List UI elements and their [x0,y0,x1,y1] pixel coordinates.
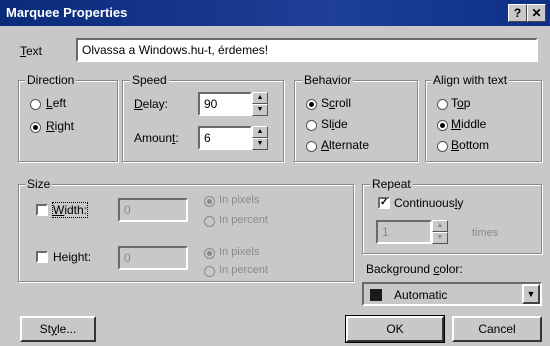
height-checkbox[interactable] [36,251,48,263]
align-middle-label[interactable]: Middle [451,117,486,131]
direction-right-radio[interactable] [30,122,41,133]
behavior-slide-radio[interactable] [306,120,317,131]
text-label: Text [20,44,43,58]
align-bottom-label[interactable]: Bottom [451,138,489,152]
width-in-percent-radio[interactable] [204,216,215,227]
times-label: times [472,227,499,239]
size-group-title: Size [25,177,53,191]
direction-left-radio[interactable] [30,99,41,110]
cancel-button[interactable]: Cancel [452,316,542,342]
close-button[interactable]: ✕ [527,4,546,22]
continuously-checkbox[interactable]: ✓ [378,197,390,209]
width-label[interactable]: Width: [51,202,89,218]
amount-spin-down[interactable]: ▼ [252,138,268,150]
behavior-slide-label[interactable]: Slide [321,117,348,131]
align-top-label[interactable]: Top [451,96,470,110]
width-in-percent-label[interactable]: In percent [219,214,268,226]
color-swatch [370,289,382,301]
height-in-percent-radio[interactable] [204,266,215,277]
speed-group-title: Speed [130,73,169,87]
width-in-pixels-radio[interactable] [204,196,215,207]
style-button[interactable]: Style... [20,316,96,342]
repeat-group-title: Repeat [370,177,413,191]
times-input[interactable]: 1 [376,220,432,244]
behavior-alternate-label[interactable]: Alternate [321,138,369,152]
height-label[interactable]: Height: [53,250,91,264]
continuously-label[interactable]: Continuously [394,196,463,210]
align-group-title: Align with text [431,73,510,87]
behavior-scroll-label[interactable]: Scroll [321,96,351,110]
height-input[interactable]: 0 [118,246,188,270]
amount-spin-up[interactable]: ▲ [252,126,268,138]
behavior-group-title: Behavior [302,73,354,87]
align-bottom-radio[interactable] [437,141,448,152]
height-in-pixels-label[interactable]: In pixels [219,246,259,258]
amount-label: Amount: [134,131,179,145]
background-color-label: Background color: [366,262,463,276]
delay-input[interactable]: 90 [198,92,252,116]
chevron-down-icon[interactable]: ▼ [522,284,540,304]
behavior-scroll-radio[interactable] [306,99,317,110]
text-label-rest: ext [26,44,43,58]
background-color-value: Automatic [394,288,448,302]
behavior-alternate-radio[interactable] [306,141,317,152]
height-in-percent-label[interactable]: In percent [219,264,268,276]
background-color-select[interactable]: Automatic ▼ [362,282,542,306]
delay-label: Delay: [134,97,169,111]
align-middle-radio[interactable] [437,120,448,131]
align-top-radio[interactable] [437,99,448,110]
window-title: Marquee Properties [6,5,128,20]
times-spin-down[interactable]: ▼ [432,232,448,244]
title-bar[interactable]: Marquee Properties ? ✕ [0,0,550,26]
help-button[interactable]: ? [508,4,527,22]
times-spin-up[interactable]: ▲ [432,220,448,232]
width-checkbox[interactable] [36,204,48,216]
direction-right-label[interactable]: Right [46,119,74,133]
height-in-pixels-radio[interactable] [204,248,215,259]
amount-input[interactable]: 6 [198,126,252,150]
ok-button[interactable]: OK [345,315,445,343]
width-input[interactable]: 0 [118,198,188,222]
delay-spin-down[interactable]: ▼ [252,104,268,116]
direction-group-title: Direction [25,73,77,87]
marquee-properties-dialog: Marquee Properties ? ✕ Text Olvassa a Wi… [0,0,550,346]
width-in-pixels-label[interactable]: In pixels [219,194,259,206]
delay-spin-up[interactable]: ▲ [252,92,268,104]
direction-left-label[interactable]: Left [46,96,66,110]
text-input[interactable]: Olvassa a Windows.hu-t, érdemes! [76,38,538,62]
